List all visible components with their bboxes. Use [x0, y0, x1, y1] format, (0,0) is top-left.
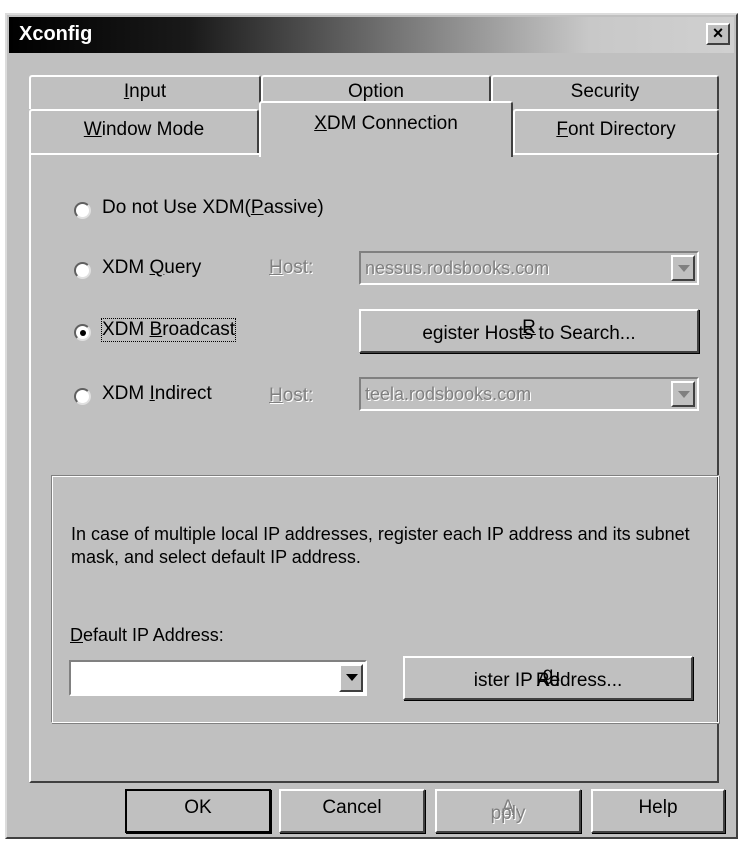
- label-query-host: Host:: [269, 257, 314, 278]
- tab-option-label: Option: [348, 81, 404, 102]
- ok-button[interactable]: OK: [125, 789, 271, 833]
- default-ip-combo[interactable]: [69, 660, 367, 696]
- label-indirect-host: Host:: [269, 385, 314, 406]
- register-hosts-button[interactable]: Register Hosts to Search...: [359, 309, 699, 353]
- help-button[interactable]: Help: [591, 789, 725, 833]
- query-host-value: nessus.rodsbooks.com: [365, 258, 550, 278]
- tab-xdm-connection[interactable]: XDM Connection: [259, 101, 513, 157]
- tab-font-directory-mnemonic: F: [556, 119, 568, 140]
- chevron-down-icon[interactable]: [671, 255, 695, 281]
- xconfig-dialog: Xconfig × Input Option Security Window M…: [5, 13, 738, 839]
- tab-input[interactable]: Input: [29, 75, 261, 109]
- chevron-down-icon[interactable]: [671, 381, 695, 407]
- default-ip-label: Default IP Address:: [70, 625, 224, 645]
- indirect-host-value: teela.rodsbooks.com: [365, 384, 532, 404]
- radio-passive[interactable]: [74, 202, 91, 219]
- query-host-combo[interactable]: nessus.rodsbooks.com: [359, 251, 699, 285]
- radio-xdm-indirect[interactable]: [74, 388, 91, 405]
- window-title: Xconfig: [19, 23, 93, 45]
- chevron-down-icon[interactable]: [339, 664, 363, 692]
- tab-window-mode[interactable]: Window Mode: [29, 109, 259, 155]
- label-xdm-query[interactable]: XDM Query: [102, 257, 201, 279]
- indirect-host-combo[interactable]: teela.rodsbooks.com: [359, 377, 699, 411]
- close-button[interactable]: ×: [706, 23, 730, 45]
- label-xdm-broadcast[interactable]: XDM Broadcast: [100, 318, 237, 342]
- register-ip-button[interactable]: Re g ister IP Address...: [403, 656, 693, 700]
- tab-window-mode-mnemonic: W: [83, 119, 102, 140]
- radio-xdm-query[interactable]: [74, 262, 91, 279]
- tab-xdm-connection-mnemonic: X: [314, 113, 327, 134]
- tab-security[interactable]: Security: [491, 75, 719, 109]
- tab-xdm-connection-label: DM Connection: [326, 113, 458, 134]
- close-icon: ×: [712, 23, 724, 43]
- ip-note-text: In case of multiple local IP addresses, …: [71, 524, 690, 567]
- tab-security-label: Security: [570, 81, 640, 102]
- label-passive[interactable]: Do not Use XDM(Passive): [102, 197, 324, 219]
- tab-font-directory-label: ont Directory: [567, 119, 676, 140]
- tab-input-label: nput: [129, 81, 167, 102]
- radio-selected-dot: [80, 330, 86, 336]
- radio-xdm-broadcast[interactable]: [74, 324, 91, 341]
- tab-font-directory[interactable]: Font Directory: [513, 109, 719, 155]
- tab-window-mode-label: indow Mode: [101, 119, 205, 140]
- cancel-button[interactable]: Cancel: [279, 789, 425, 833]
- title-bar[interactable]: Xconfig ×: [9, 17, 734, 53]
- label-xdm-indirect[interactable]: XDM Indirect: [102, 383, 212, 405]
- apply-button[interactable]: Apply: [435, 789, 581, 833]
